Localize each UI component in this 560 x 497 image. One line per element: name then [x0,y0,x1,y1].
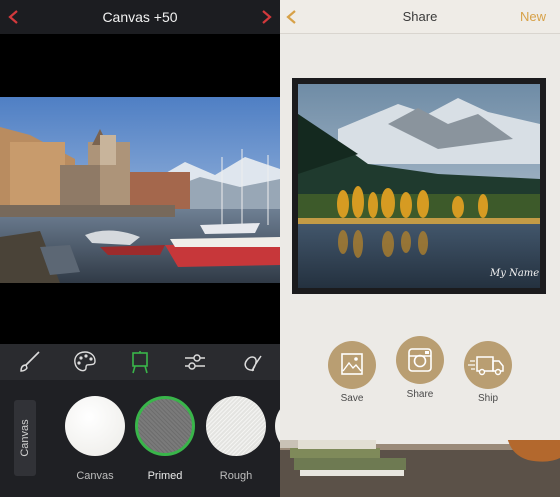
share-title: Share [402,9,438,24]
painted-photo-preview [0,97,280,283]
editor-screen: Canvas +50 Canvas Canvas Primed Rough [0,0,280,497]
palette-icon[interactable] [72,350,98,374]
share-nav-bar: Share New [280,0,560,34]
signature-text: My Name [489,268,539,279]
sliders-icon[interactable] [182,350,208,374]
save-button[interactable] [328,341,376,389]
instagram-icon [408,348,432,372]
canvas-category-tab[interactable]: Canvas [14,400,36,476]
brush-icon[interactable] [17,350,43,374]
editor-nav-bar: Canvas +50 [0,0,280,34]
signature-icon[interactable] [238,350,264,374]
framed-painting: My Name [298,84,540,288]
truck-icon [468,356,504,376]
canvas-category-label: Canvas [19,419,31,457]
share-button[interactable] [396,336,444,384]
share-label: Share [406,389,434,400]
save-label: Save [340,393,364,404]
editor-title: Canvas +50 [102,9,178,25]
ship-label: Ship [477,393,498,404]
texture-label-canvas: Canvas [76,470,114,482]
canvas-easel-icon[interactable] [127,350,153,374]
ship-button[interactable] [464,341,512,389]
texture-swatch-rough[interactable] [206,396,266,456]
texture-label-primed: Primed [147,470,183,482]
new-button[interactable]: New [520,9,546,24]
texture-label-rough: Rough [219,470,253,482]
image-icon [341,353,363,375]
texture-swatch-canvas[interactable] [65,396,125,456]
share-screen: Share New My Name Save Share Ship [280,0,560,497]
texture-swatch-primed[interactable] [135,396,195,456]
tool-bar [0,344,280,380]
forward-chevron-icon[interactable] [258,9,274,25]
shelf-decor [280,405,560,497]
